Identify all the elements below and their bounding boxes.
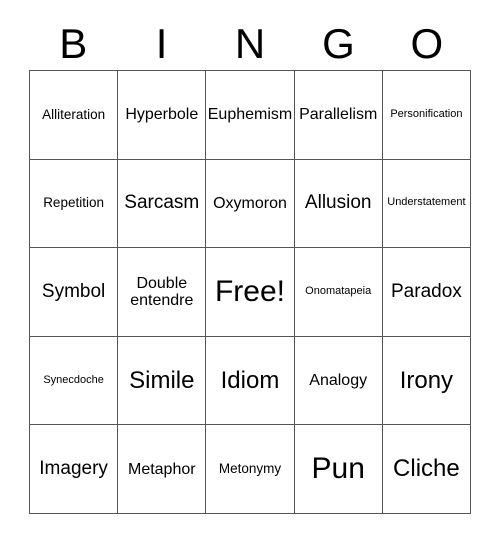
bingo-cell-label: Parallelism: [299, 106, 378, 124]
bingo-cell-r3c4[interactable]: Onomatapeia: [294, 248, 383, 337]
bingo-cell-label: Paradox: [391, 280, 462, 302]
bingo-header-letter-o: O: [410, 20, 444, 67]
bingo-cell-r2c5[interactable]: Understatement: [382, 159, 471, 249]
bingo-free-space-label: Free!: [214, 274, 285, 308]
bingo-cell-label: Repetition: [43, 195, 104, 211]
bingo-cell-r1c3[interactable]: Euphemism: [206, 71, 295, 160]
bingo-header-letter-b: B: [59, 20, 88, 67]
bingo-cell-r2c3[interactable]: Oxymoron: [206, 159, 295, 249]
bingo-cell-r1c1[interactable]: Alliteration: [30, 71, 119, 160]
bingo-cell-label: Allusion: [304, 192, 372, 214]
bingo-cell-label: Double entendre: [130, 274, 194, 309]
bingo-cell-label: Oxymoron: [213, 194, 287, 212]
bingo-cell-label: Hyperbole: [125, 106, 199, 124]
bingo-cell-label: Analogy: [309, 371, 368, 389]
bingo-cell-label: Imagery: [39, 457, 108, 479]
bingo-cell-label: Symbol: [41, 280, 106, 302]
bingo-cell-label: Pun: [311, 451, 365, 485]
bingo-cell-label: Metonymy: [218, 460, 282, 476]
bingo-cell-r2c2[interactable]: Sarcasm: [118, 159, 207, 249]
bingo-cell-r1c5[interactable]: Personification: [382, 71, 471, 160]
bingo-cell-r5c4[interactable]: Pun: [294, 425, 383, 514]
bingo-cell-free-space[interactable]: Free!: [206, 248, 295, 337]
bingo-cell-r3c1[interactable]: Symbol: [30, 248, 119, 337]
bingo-cell-r5c1[interactable]: Imagery: [30, 425, 119, 514]
bingo-cell-label: Idiom: [220, 366, 280, 394]
bingo-cell-r1c2[interactable]: Hyperbole: [118, 71, 207, 160]
bingo-cell-r5c5[interactable]: Cliche: [382, 425, 471, 514]
bingo-cell-r4c2[interactable]: Simile: [118, 336, 207, 426]
bingo-cell-label: Understatement: [387, 196, 466, 209]
bingo-header-letter-n: N: [234, 20, 266, 67]
bingo-cell-r4c5[interactable]: Irony: [382, 336, 471, 426]
bingo-cell-label: Personification: [390, 107, 463, 120]
bingo-cell-r4c1[interactable]: Synecdoche: [30, 336, 119, 426]
bingo-cell-label: Metaphor: [127, 460, 196, 478]
bingo-cell-r2c1[interactable]: Repetition: [30, 159, 119, 249]
bingo-cell-label: Euphemism: [207, 106, 293, 124]
bingo-card: B I N G O Alliteration Hyperbole Euphemi…: [0, 0, 500, 544]
bingo-cell-r3c2[interactable]: Double entendre: [118, 248, 207, 337]
bingo-cell-r2c4[interactable]: Allusion: [294, 159, 383, 249]
bingo-grid: Alliteration Hyperbole Euphemism Paralle…: [29, 70, 471, 514]
bingo-cell-r5c3[interactable]: Metonymy: [206, 425, 295, 514]
bingo-cell-r4c3[interactable]: Idiom: [206, 336, 295, 426]
bingo-cell-label: Alliteration: [42, 106, 106, 122]
bingo-cell-label: Simile: [129, 366, 195, 394]
bingo-header-letter-g: G: [322, 20, 355, 67]
bingo-cell-r4c4[interactable]: Analogy: [294, 336, 383, 426]
bingo-cell-r3c5[interactable]: Paradox: [382, 248, 471, 337]
bingo-cell-label: Irony: [399, 366, 454, 394]
bingo-header-letter-i: I: [155, 20, 168, 67]
bingo-cell-label: Cliche: [393, 455, 460, 483]
bingo-header: B I N G O: [29, 18, 471, 70]
bingo-cell-r5c2[interactable]: Metaphor: [118, 425, 207, 514]
bingo-cell-label: Synecdoche: [43, 373, 104, 386]
bingo-cell-r1c4[interactable]: Parallelism: [294, 71, 383, 160]
bingo-cell-label: Onomatapeia: [305, 285, 372, 298]
bingo-cell-label: Sarcasm: [124, 192, 200, 214]
